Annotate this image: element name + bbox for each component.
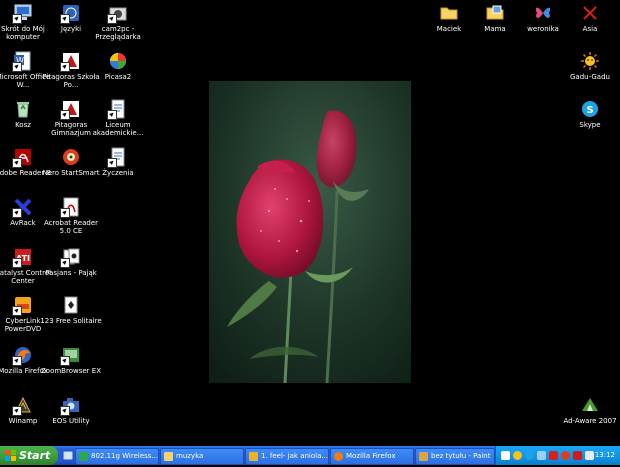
- windows-logo-icon: [5, 450, 16, 461]
- language-globe-icon: [60, 3, 81, 24]
- paint-icon: [419, 452, 428, 461]
- security-tray-icon[interactable]: [549, 451, 558, 460]
- red-x-icon: [580, 3, 600, 23]
- icon-label: 123 Free Solitaire: [40, 317, 102, 325]
- icon-label: Asia: [582, 25, 598, 33]
- firefox-icon: [334, 452, 343, 461]
- desktop-icon-zyczenia[interactable]: Życzenia: [87, 147, 149, 177]
- wireless-network-icon: [79, 452, 88, 461]
- taskbar-button-winamp-track[interactable]: 1. feel- jak aniola...: [245, 448, 329, 465]
- spider-solitaire-icon: [60, 247, 81, 268]
- desktop-icon-picasa2[interactable]: Picasa2: [87, 51, 149, 81]
- system-tray: 13:12: [495, 446, 620, 465]
- zoombrowser-icon: [60, 345, 81, 366]
- show-desktop-icon: [62, 450, 74, 461]
- icon-label: ZoomBrowser EX: [41, 367, 101, 375]
- icon-label: Gadu-Gadu: [570, 73, 610, 81]
- icon-label: Acrobat Reader 5.0 CE: [44, 219, 98, 235]
- camera-icon: [60, 395, 81, 416]
- network-tray-icon[interactable]: [537, 451, 546, 460]
- task-label: bez tytułu - Paint: [431, 452, 491, 460]
- picasa-icon: [108, 51, 128, 71]
- desktop-icon-gadu-gadu[interactable]: Gadu-Gadu: [559, 51, 620, 81]
- gadu-gadu-tray-icon[interactable]: [513, 451, 522, 460]
- desktop-icon-123-free-solitaire[interactable]: 123 Free Solitaire: [40, 295, 102, 325]
- taskbar-button-paint[interactable]: bez tytułu - Paint: [415, 448, 495, 465]
- nero-tray-icon[interactable]: [561, 451, 570, 460]
- quick-launch[interactable]: [62, 448, 74, 463]
- acrobat-reader-icon: [60, 197, 81, 218]
- clock[interactable]: 13:12: [595, 446, 615, 465]
- icon-label: Życzenia: [102, 169, 134, 177]
- icon-label: Pasjans - Pająk: [45, 269, 97, 277]
- task-label: Mozilla Firefox: [346, 452, 396, 460]
- skype-icon: S: [580, 99, 600, 119]
- desktop-icon-pasjans-pajak[interactable]: Pasjans - Pająk: [40, 247, 102, 277]
- powerdvd-icon: [12, 295, 33, 316]
- folder-icon: [164, 452, 173, 461]
- ati-catalyst-icon: ATI: [12, 247, 33, 268]
- cards-icon: [61, 295, 81, 315]
- winamp-icon: [12, 395, 33, 416]
- ad-aware-icon: [580, 395, 600, 415]
- icon-label: Picasa2: [104, 73, 132, 81]
- avrack-icon: [12, 197, 33, 218]
- skype-tray-icon[interactable]: [525, 451, 534, 460]
- start-button[interactable]: Start: [0, 446, 58, 465]
- icon-label: Skype: [579, 121, 601, 129]
- desktop-icon-acrobat-reader-5[interactable]: Acrobat Reader 5.0 CE: [40, 197, 102, 235]
- task-label: 802.11g Wireless...: [91, 452, 159, 460]
- icon-label: EOS Utility: [52, 417, 90, 425]
- computer-icon: [12, 3, 33, 24]
- taskbar-button-muzyka[interactable]: muzyka: [160, 448, 244, 465]
- taskbar: Start 802.11g Wireless... muzyka 1. feel…: [0, 446, 620, 465]
- task-label: muzyka: [176, 452, 204, 460]
- svg-text:S: S: [587, 105, 594, 116]
- icon-label: cam2pc - Przeglądarka: [95, 25, 141, 41]
- word-document-icon: W: [12, 51, 33, 72]
- document-icon: [107, 147, 128, 168]
- photo-folder-icon: [485, 3, 505, 23]
- desktop[interactable]: Skrót do Mój komputer W Microsoft Office…: [0, 0, 620, 446]
- taskbar-button-firefox[interactable]: Mozilla Firefox: [330, 448, 414, 465]
- adobe-reader-icon: [12, 147, 33, 168]
- desktop-icon-eos-utility[interactable]: EOS Utility: [40, 395, 102, 425]
- icon-label: Liceum akademickie...: [92, 121, 144, 137]
- desktop-icon-cam2pc[interactable]: cam2pc - Przeglądarka: [87, 3, 149, 41]
- desktop-icon-zoombrowser-ex[interactable]: ZoomBrowser EX: [40, 345, 102, 375]
- nero-icon: [61, 147, 81, 167]
- task-label: 1. feel- jak aniola...: [261, 452, 329, 460]
- wallpaper-rose-photo: [209, 81, 411, 383]
- camera-viewer-icon: [107, 3, 128, 24]
- butterfly-icon: [533, 3, 553, 23]
- gadu-gadu-sun-icon: [580, 51, 600, 71]
- pitagoras-icon: [60, 99, 81, 120]
- desktop-icon-ad-aware-2007[interactable]: Ad-Aware 2007: [559, 395, 620, 425]
- start-label: Start: [19, 449, 51, 462]
- icon-label: Ad-Aware 2007: [563, 417, 617, 425]
- winamp-icon: [249, 452, 258, 461]
- firefox-icon: [12, 345, 33, 366]
- folder-icon: [439, 3, 459, 23]
- desktop-icon-skype[interactable]: S Skype: [559, 99, 620, 129]
- ati-tray-icon[interactable]: [573, 451, 582, 460]
- desktop-icon-liceum-akademickie[interactable]: Liceum akademickie...: [87, 99, 149, 137]
- document-icon: [107, 99, 128, 120]
- taskbar-button-wireless[interactable]: 802.11g Wireless...: [75, 448, 159, 465]
- recycle-bin-icon: [13, 99, 33, 119]
- volume-icon[interactable]: [585, 451, 594, 460]
- desktop-icon-asia[interactable]: Asia: [559, 3, 620, 33]
- help-icon[interactable]: [501, 451, 510, 460]
- pitagoras-icon: [60, 51, 81, 72]
